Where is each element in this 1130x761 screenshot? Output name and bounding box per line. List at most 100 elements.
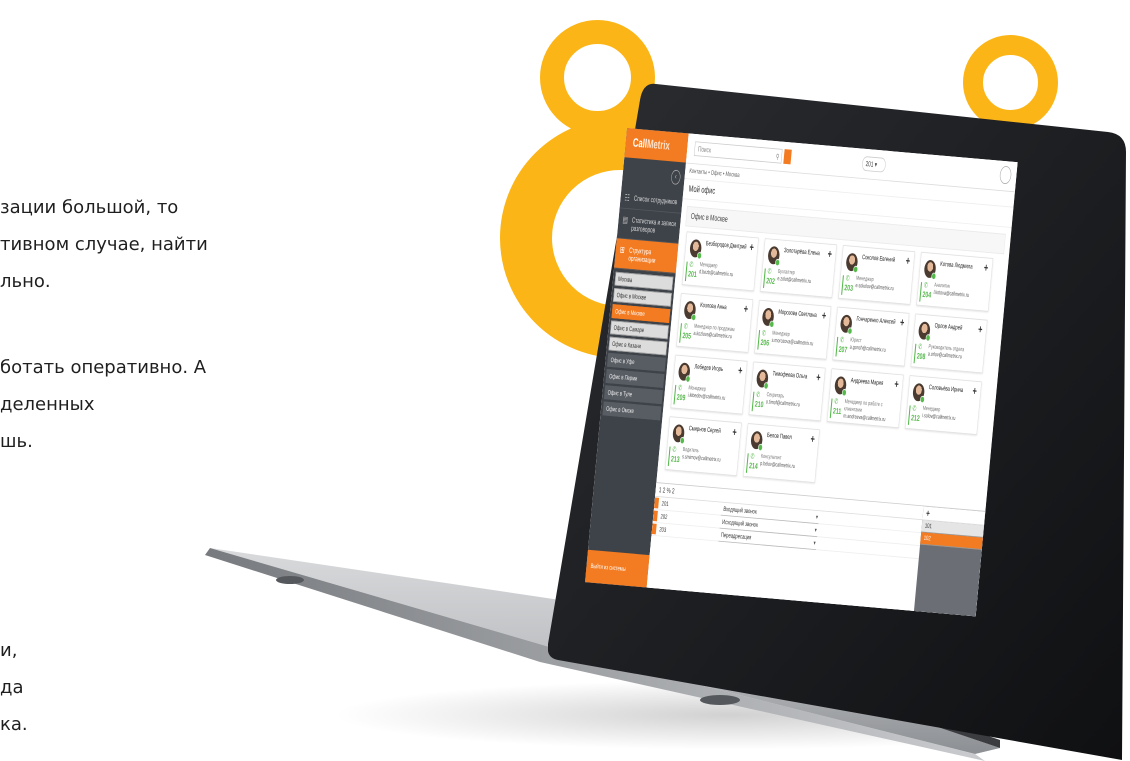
online-status-icon — [685, 375, 691, 383]
contact-info: Менеджер i.lebedev@callmetrix.ru — [687, 384, 742, 403]
tree-item[interactable]: Офис в Самаре — [610, 320, 669, 340]
contact-card[interactable]: Лебедев Игорь + ✆ 209 Менеджер i.lebedev@call… — [670, 354, 748, 415]
text-line-4: ботать оперативно. А — [0, 357, 207, 378]
search-button[interactable] — [783, 149, 792, 165]
phone-icon[interactable]: ✆ — [918, 342, 923, 351]
user-menu-avatar[interactable] — [999, 165, 1013, 185]
tree-item[interactable]: Офис в Туле — [604, 385, 663, 405]
add-contact-icon[interactable]: + — [827, 247, 832, 260]
contact-info: Менеджер по продажам a.kozlova@callmetrix… — [693, 323, 748, 342]
text-line-7: и, — [0, 640, 18, 661]
contact-name: Безбородов Дмитрий — [705, 239, 747, 251]
contact-name: Лебедев Игорь — [694, 362, 724, 373]
contact-card[interactable]: Козлова Анна + ✆ 205 Менеджер по продажам a.k… — [676, 292, 754, 353]
contact-name: Белов Павел — [766, 431, 793, 441]
contact-info: Юрист a.gonch@callmetrix.ru — [849, 336, 904, 355]
add-contact-icon[interactable]: + — [749, 240, 754, 253]
add-contact-icon[interactable]: + — [738, 363, 743, 376]
contact-card[interactable]: Смирнов Сергей + ✆ 213 Водитель s.smirnov@cal… — [664, 416, 742, 477]
contact-extension[interactable]: 201 — [688, 270, 697, 280]
add-contact-icon[interactable]: + — [894, 377, 899, 390]
tree-item[interactable]: Москва — [614, 271, 674, 291]
contact-extension[interactable]: 208 — [916, 352, 925, 362]
contact-card[interactable]: Белов Павел + ✆ 214 Консультант p.belov@callm… — [742, 423, 820, 483]
contact-extension[interactable]: 212 — [911, 414, 920, 424]
phone-icon[interactable]: ✆ — [689, 260, 694, 269]
add-contact-icon[interactable]: + — [905, 254, 910, 267]
phone-icon[interactable]: ✆ — [923, 281, 929, 290]
sidebar-item-structure[interactable]: ⊞ Структура организации — [614, 238, 679, 274]
contact-name: Тимофеева Ольга — [772, 369, 808, 381]
status-select[interactable]: 201 ▾ — [861, 155, 887, 173]
phone-icon[interactable]: ✆ — [683, 322, 688, 331]
phone-icon[interactable]: ✆ — [767, 267, 772, 276]
sidebar-item-label: Статистика и записи разговоров — [630, 215, 677, 235]
phone-icon[interactable]: ✆ — [750, 452, 755, 461]
add-contact-icon[interactable]: + — [810, 432, 815, 445]
call-tag — [652, 510, 658, 522]
contact-card[interactable]: Гончаренко Алексей + ✆ 207 Юрист a.gonch@call… — [832, 306, 910, 367]
phone-icon[interactable]: ✆ — [845, 274, 850, 283]
contact-extension[interactable]: 209 — [676, 393, 685, 403]
add-contact-icon[interactable]: + — [978, 322, 983, 335]
phone-icon[interactable]: ✆ — [840, 336, 845, 345]
contact-extension[interactable]: 207 — [838, 345, 847, 355]
contact-name: Андреева Мария — [850, 376, 884, 387]
add-contact-icon[interactable]: + — [983, 261, 988, 274]
add-contact-icon[interactable]: + — [732, 425, 737, 438]
add-contact-icon[interactable]: + — [743, 302, 748, 315]
tree-item[interactable]: Офис в Уфе — [607, 352, 666, 372]
contact-card[interactable]: Безбородов Дмитрий + ✆ 201 Менеджер d.bezb@ca… — [681, 231, 759, 292]
add-queue-icon[interactable]: + — [926, 507, 931, 520]
add-contact-icon[interactable]: + — [816, 370, 821, 383]
contact-card[interactable]: Андреева Мария + ✆ 211 Менеджер по работе с … — [826, 368, 904, 429]
tree-item[interactable]: Офис в Омске — [602, 401, 662, 421]
users-icon: ☷ — [624, 193, 631, 204]
contact-avatar — [677, 362, 691, 383]
call-number: 202 — [660, 512, 668, 521]
contact-extension[interactable]: 203 — [844, 284, 853, 294]
contact-avatar — [767, 245, 781, 267]
contact-card[interactable]: Тимофеева Ольга + ✆ 210 Секретарь o.timof@cal… — [748, 361, 826, 422]
contact-card[interactable]: Соловьёва Ирина + ✆ 212 Менеджер i.solov@call… — [904, 375, 982, 435]
contact-card[interactable]: Морозова Светлана + ✆ 206 Менеджер s.morozova… — [754, 299, 832, 360]
phone-icon[interactable]: ✆ — [834, 397, 839, 406]
contact-extension[interactable]: 205 — [682, 332, 691, 342]
contact-extension[interactable]: 204 — [922, 290, 931, 300]
text-line-5: деленных — [0, 394, 95, 415]
queue-panel: + 101 102 — [913, 506, 986, 617]
add-contact-icon[interactable]: + — [972, 384, 977, 397]
collapse-sidebar-icon[interactable]: ‹ — [670, 169, 682, 185]
contact-extension[interactable]: 210 — [754, 400, 763, 410]
tree-item[interactable]: Офис в Москве — [611, 304, 671, 323]
add-contact-icon[interactable]: + — [900, 315, 905, 328]
search-icon: ⚲ — [775, 152, 780, 161]
phone-icon[interactable]: ✆ — [756, 390, 761, 399]
tree-item[interactable]: Офис в Москве — [613, 287, 672, 307]
contact-card[interactable]: Котова Людмила + ✆ 204 Аналитик l.kotova@call… — [916, 251, 994, 312]
contact-extension[interactable]: 214 — [749, 462, 758, 472]
contact-avatar — [683, 300, 697, 322]
contact-extension[interactable]: 213 — [671, 455, 680, 465]
contact-extension[interactable]: 211 — [833, 407, 842, 417]
tree-item[interactable]: Офис в Перми — [605, 369, 665, 388]
contact-card[interactable]: Орлов Андрей + ✆ 208 Руководитель отдела a.or… — [910, 313, 988, 374]
online-status-icon — [679, 436, 685, 445]
logout-button[interactable]: Выйти из системы — [585, 549, 650, 588]
phone-icon[interactable]: ✆ — [678, 384, 683, 393]
chart-icon: ▤ — [622, 215, 629, 226]
search-input[interactable]: Поиск ⚲ — [693, 141, 783, 164]
contact-extension[interactable]: 202 — [766, 277, 775, 287]
online-status-icon — [925, 334, 931, 342]
phone-icon[interactable]: ✆ — [912, 404, 917, 413]
phone-icon[interactable]: ✆ — [762, 329, 767, 338]
contact-card[interactable]: Золотарёва Елена + ✆ 202 Бухгалтер e.zolot@ca… — [760, 238, 837, 299]
phone-icon[interactable]: ✆ — [672, 445, 677, 454]
app-logo[interactable]: CallMetrix — [624, 128, 689, 163]
tree-item[interactable]: Офис в Казани — [608, 336, 668, 356]
contact-card[interactable]: Соколов Евгений + ✆ 203 Менеджер e.sokolov@ca… — [838, 245, 916, 305]
contact-avatar — [689, 239, 703, 260]
contact-extension[interactable]: 206 — [760, 338, 769, 348]
add-contact-icon[interactable]: + — [821, 309, 826, 322]
online-status-icon — [931, 272, 937, 281]
